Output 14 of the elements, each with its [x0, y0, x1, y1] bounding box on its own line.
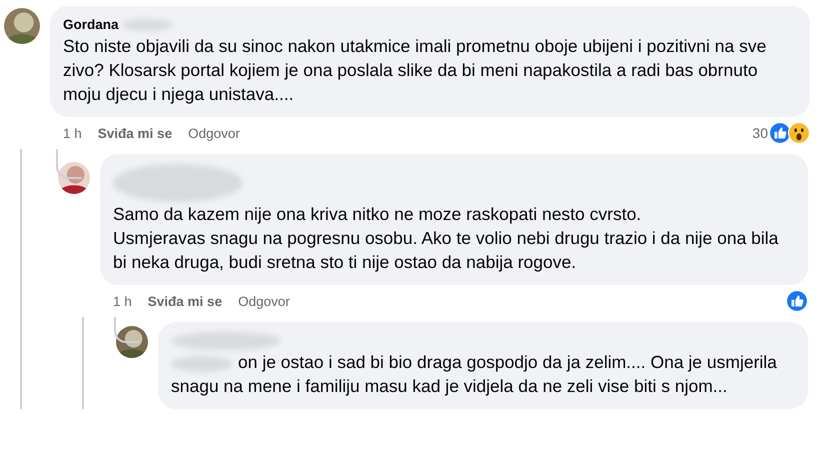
like-link[interactable]: Sviđa mi se — [98, 126, 172, 140]
avatar[interactable] — [4, 8, 40, 44]
comment-text: Sto niste objavili da su sinoc nakon utakmice imali prometnu oboje ubijeni i pozitivni na sve zivo? Klosarsk portal kojiem je ona poslala slike da bi meni napakostila a radi bas obrnuto moju djecu i njega unistava.... — [63, 35, 768, 106]
comment-time[interactable]: 1 h — [63, 126, 82, 140]
like-link[interactable]: Sviđa mi se — [148, 294, 222, 308]
avatar[interactable] — [58, 162, 90, 194]
reply-link[interactable]: Odgovor — [238, 294, 290, 308]
avatar[interactable] — [116, 326, 148, 358]
comment-text: on je ostao i sad bi bio draga gospodjo da ja zelim.... Ona je usmjerila snagu na mene i familiju masu kad je vidjela da ne zeli vise biti s njom... — [171, 352, 777, 396]
author-name[interactable]: Gordana — [63, 16, 119, 34]
reaction-count[interactable]: 30 — [752, 125, 768, 141]
reply-link[interactable]: Odgovor — [188, 126, 240, 140]
comment-time[interactable]: 1 h — [113, 294, 132, 308]
comment-text: Samo da kazem nije ona kriva nitko ne moze raskopati nesto cvrsto. Usmjeravas snagu na pogresnu osobu. Ako te volio nebi drugu trazio i da nije ona bila bi neka druga, budi sretna sto ti nije ostao da nabija rogove. — [113, 203, 780, 274]
